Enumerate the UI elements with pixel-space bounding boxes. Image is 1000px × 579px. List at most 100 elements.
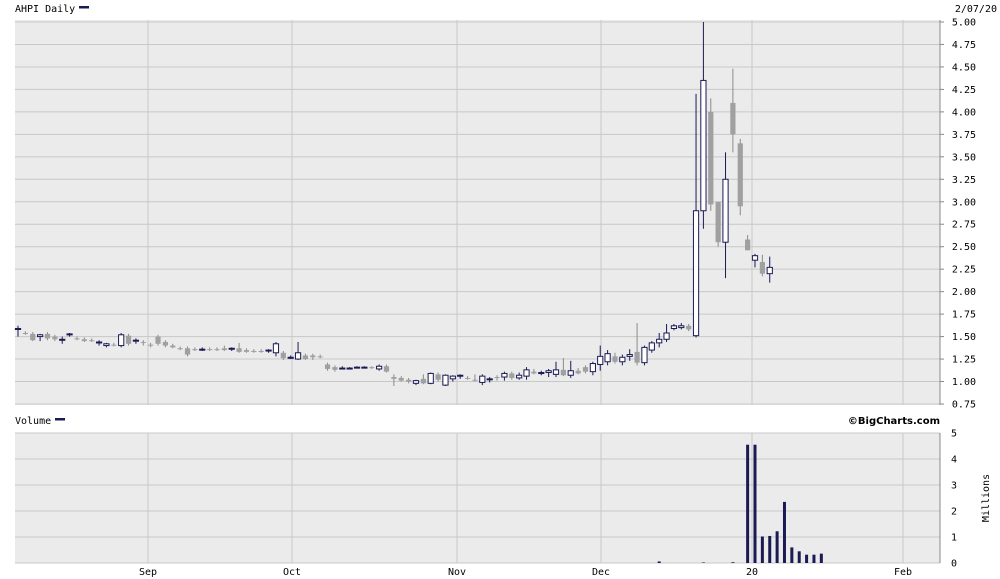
candle-body-down <box>737 143 743 207</box>
candle-body-up <box>501 372 508 378</box>
candle-body-down <box>730 102 736 135</box>
candle-body-down <box>207 349 213 351</box>
candle-body-down <box>243 350 250 352</box>
candle-body-up <box>346 367 353 370</box>
candle-body-down <box>251 350 257 352</box>
candle-body-down <box>435 374 441 380</box>
candle-body-up <box>118 334 125 347</box>
candle-body-up <box>412 380 420 384</box>
candle-body-down <box>52 336 58 340</box>
candle-body-up <box>59 338 66 341</box>
candle <box>715 201 721 247</box>
candle-body-up <box>722 178 729 243</box>
candle-body-down <box>155 336 161 344</box>
volume-bar <box>790 547 794 563</box>
price-tick-label: 1.75 <box>952 310 976 321</box>
candle-body-down <box>125 335 132 344</box>
volume-tick-label: 3 <box>951 481 957 492</box>
candle-body-up <box>95 341 103 344</box>
candle-body-up <box>545 370 552 374</box>
candle-body-up <box>523 369 530 377</box>
candle-body-up <box>692 210 700 337</box>
candle-body-down <box>494 377 500 379</box>
candle-body-down <box>420 378 426 384</box>
candle-body-down <box>140 341 146 343</box>
candle-body-up <box>751 255 759 261</box>
candle-body-down <box>258 350 264 352</box>
candle-body-up <box>265 349 272 352</box>
x-tick-label: Dec <box>592 567 610 578</box>
candle-body-down <box>30 333 36 341</box>
volume-bar <box>657 561 661 563</box>
candle-body-up <box>516 374 523 379</box>
candle-body-up <box>103 343 110 347</box>
volume-legend-swatch <box>55 418 65 421</box>
candle-body-up <box>294 352 302 360</box>
volume-bar <box>775 531 779 563</box>
volume-bar <box>782 501 786 563</box>
candle-body-up <box>766 266 773 275</box>
candle-body-up <box>641 346 648 364</box>
candle-body-up <box>361 366 368 369</box>
candle-body-down <box>472 379 478 381</box>
candle-body-down <box>531 371 537 374</box>
price-tick-label: 4.00 <box>952 107 976 118</box>
price-legend-swatch <box>79 6 89 9</box>
candle-body-up <box>442 374 449 386</box>
candle-body-down <box>177 348 183 350</box>
candle <box>737 138 743 216</box>
price-tick-label: 2.25 <box>952 265 976 276</box>
candle-body-up <box>132 339 140 342</box>
candle-body-down <box>192 349 198 351</box>
price-tick-label: 3.00 <box>952 197 976 208</box>
candle-body-up <box>353 366 361 369</box>
candle-body-down <box>715 201 721 243</box>
candle-body-down <box>221 348 227 351</box>
candle-body-down <box>582 367 589 372</box>
x-tick-label: Nov <box>448 567 466 578</box>
price-tick-label: 3.75 <box>952 130 976 141</box>
x-tick-label: 20 <box>746 567 758 578</box>
candle-body-up <box>700 79 707 212</box>
candle-body-up <box>648 342 655 351</box>
price-tick-label: 2.00 <box>952 287 976 298</box>
candle-body-down <box>214 349 220 351</box>
candle-body-down <box>236 348 242 352</box>
candle-body-up <box>486 378 493 381</box>
price-tick-label: 4.75 <box>952 40 976 51</box>
candle-body-up <box>678 325 685 329</box>
candle-body-down <box>369 367 375 369</box>
volume-bar <box>753 444 757 563</box>
candle-body-up <box>597 355 604 365</box>
candle <box>442 374 449 387</box>
candle-body-down <box>398 377 404 381</box>
bigcharts-brand: ©BigCharts.com <box>848 416 940 427</box>
candle-body-down <box>575 370 581 374</box>
price-tick-label: 2.75 <box>952 220 976 231</box>
volume-tick-label: 2 <box>951 507 957 518</box>
x-tick-label: Sep <box>139 567 157 578</box>
candle-body-down <box>310 355 316 358</box>
candle-body-up <box>272 343 280 354</box>
volume-units-label: Millions <box>981 474 992 522</box>
candle-body-down <box>22 332 28 334</box>
volume-bar <box>701 562 705 563</box>
x-tick-label: Feb <box>894 567 912 578</box>
candle-body-up <box>619 356 626 363</box>
price-tick-label: 2.50 <box>952 242 976 253</box>
candle-body-down <box>464 377 471 379</box>
candle-body-down <box>74 338 80 340</box>
volume-tick-label: 1 <box>951 533 957 544</box>
price-tick-label: 3.50 <box>952 152 976 163</box>
x-tick-label: Oct <box>283 567 301 578</box>
candle-body-up <box>287 356 294 359</box>
candle-body-down <box>81 339 87 342</box>
price-tick-label: 3.25 <box>952 175 976 186</box>
volume-panel-background <box>15 433 940 563</box>
candle-body-down <box>302 355 309 360</box>
candle-body-down <box>745 239 751 251</box>
candle-body-down <box>44 333 51 339</box>
candle-body-up <box>37 334 44 338</box>
candle <box>641 345 648 366</box>
candle-body-up <box>457 374 464 377</box>
